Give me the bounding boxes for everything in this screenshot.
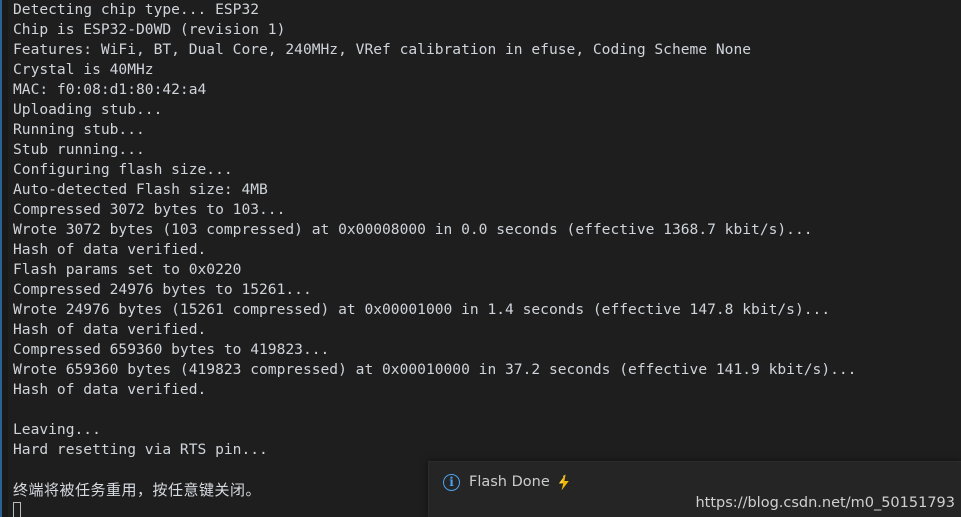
terminal-line: Hard resetting via RTS pin... xyxy=(13,441,268,458)
terminal-line: Configuring flash size... xyxy=(13,161,233,178)
terminal-line: Uploading stub... xyxy=(13,101,163,118)
terminal-output[interactable]: Detecting chip type... ESP32 Chip is ESP… xyxy=(13,0,961,517)
terminal-line: Hash of data verified. xyxy=(13,241,207,258)
terminal-line: Detecting chip type... ESP32 xyxy=(13,1,260,18)
lightning-bolt-icon xyxy=(557,474,571,491)
terminal-line: MAC: f0:08:d1:80:42:a4 xyxy=(13,81,207,98)
watermark-url: https://blog.csdn.net/m0_50151793 xyxy=(695,495,955,511)
terminal-gutter xyxy=(2,0,8,517)
notification-message: Flash Done xyxy=(469,474,550,490)
terminal-line: Wrote 3072 bytes (103 compressed) at 0x0… xyxy=(13,221,813,238)
terminal-line: Features: WiFi, BT, Dual Core, 240MHz, V… xyxy=(13,41,752,58)
terminal-line: Auto-detected Flash size: 4MB xyxy=(13,181,268,198)
terminal-line: Crystal is 40MHz xyxy=(13,61,154,78)
terminal-cursor xyxy=(13,502,21,517)
terminal-line: Hash of data verified. xyxy=(13,381,207,398)
notification-content: i Flash Done xyxy=(429,462,961,494)
terminal-line: Stub running... xyxy=(13,141,145,158)
terminal-line: Hash of data verified. xyxy=(13,321,207,338)
terminal-line: Wrote 24976 bytes (15261 compressed) at … xyxy=(13,301,831,318)
terminal-panel[interactable]: Detecting chip type... ESP32 Chip is ESP… xyxy=(0,0,961,517)
terminal-line: Compressed 24976 bytes to 15261... xyxy=(13,281,312,298)
info-circle-icon: i xyxy=(443,474,460,491)
terminal-line: Flash params set to 0x0220 xyxy=(13,261,242,278)
terminal-line: Leaving... xyxy=(13,421,101,438)
terminal-focus-accent xyxy=(0,0,2,517)
terminal-line: Compressed 3072 bytes to 103... xyxy=(13,201,286,218)
terminal-line: Wrote 659360 bytes (419823 compressed) a… xyxy=(13,361,857,378)
terminal-line: Chip is ESP32-D0WD (revision 1) xyxy=(13,21,286,38)
terminal-line: Running stub... xyxy=(13,121,145,138)
terminal-line: Compressed 659360 bytes to 419823... xyxy=(13,341,330,358)
